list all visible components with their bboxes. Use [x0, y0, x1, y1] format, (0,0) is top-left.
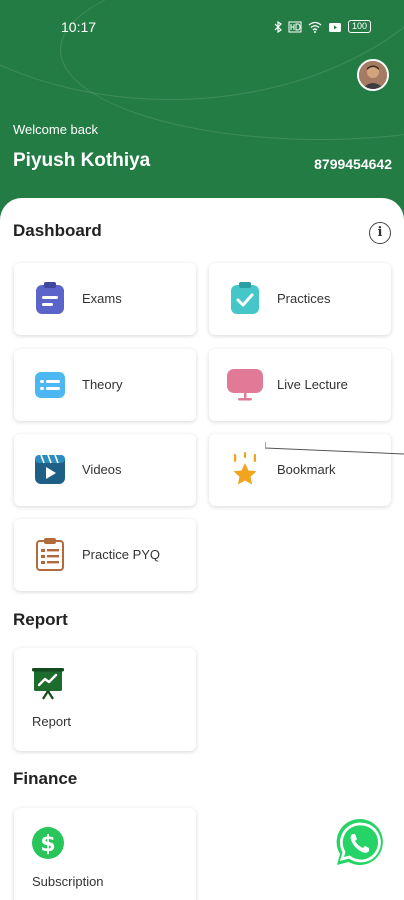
status-bar: 10:17 100	[0, 18, 404, 38]
dashboard-heading: Dashboard	[13, 221, 102, 240]
pointer-line	[265, 442, 404, 455]
practices-label: Practices	[277, 291, 331, 306]
user-phone: 8799454642	[314, 156, 392, 172]
practices-icon	[231, 282, 259, 314]
practice-pyq-icon	[36, 538, 64, 571]
videos-card[interactable]: Videos	[14, 434, 196, 506]
videos-label: Videos	[82, 462, 122, 477]
finance-heading: Finance	[13, 769, 78, 788]
exams-label: Exams	[82, 291, 122, 306]
report-heading: Report	[13, 610, 68, 629]
report-label: Report	[32, 714, 72, 729]
video-icon	[328, 22, 341, 32]
report-icon	[32, 668, 64, 700]
report-card[interactable]: Report	[14, 648, 196, 751]
avatar[interactable]	[357, 59, 389, 91]
practices-card[interactable]: Practices	[209, 263, 391, 335]
exams-icon	[36, 282, 64, 314]
whatsapp-button[interactable]	[330, 813, 390, 873]
videos-icon	[35, 454, 65, 484]
subscription-card[interactable]: $ Subscription	[14, 808, 196, 900]
live-lecture-icon	[227, 369, 263, 401]
svg-text:$: $	[40, 832, 55, 857]
bookmark-label: Bookmark	[277, 462, 336, 477]
subscription-label: Subscription	[32, 874, 104, 889]
practice-pyq-label: Practice PYQ	[82, 547, 161, 562]
header: 10:17 100 Welcome back Piyush Kothiya 87…	[0, 0, 404, 230]
battery-icon: 100	[347, 20, 371, 33]
live-lecture-card[interactable]: Live Lecture	[209, 349, 391, 421]
status-time: 10:17	[61, 19, 97, 35]
info-icon[interactable]: i	[369, 222, 391, 244]
bluetooth-icon	[274, 20, 282, 33]
dollar-icon: $	[32, 827, 64, 859]
welcome-text: Welcome back	[13, 122, 99, 137]
theory-card[interactable]: Theory	[14, 349, 196, 421]
avatar-image	[359, 61, 387, 89]
practice-pyq-card[interactable]: Practice PYQ	[14, 519, 196, 591]
theory-icon	[35, 372, 65, 398]
bookmark-icon	[233, 452, 257, 485]
theory-label: Theory	[82, 377, 123, 392]
wifi-icon	[308, 21, 322, 33]
user-name: Piyush Kothiya	[13, 150, 151, 171]
live-lecture-label: Live Lecture	[277, 377, 348, 392]
exams-card[interactable]: Exams	[14, 263, 196, 335]
status-icons: 100	[274, 20, 371, 33]
hd-icon	[288, 21, 302, 32]
